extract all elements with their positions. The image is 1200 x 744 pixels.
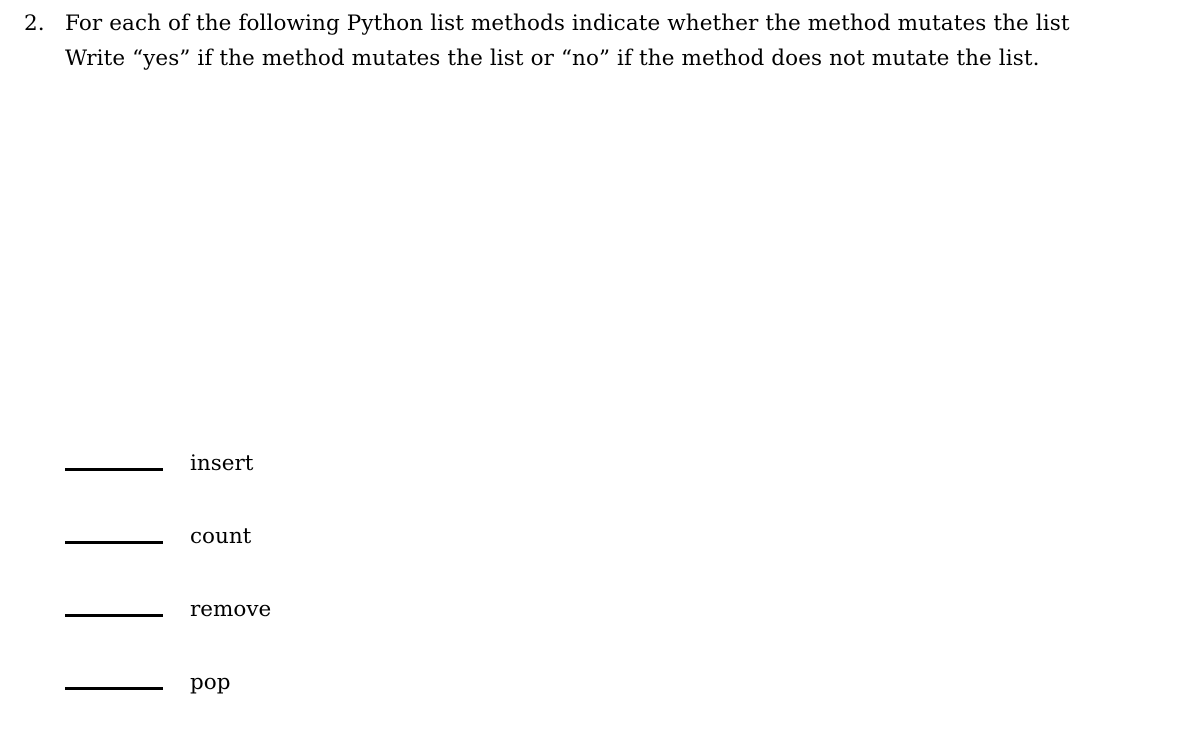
method-label-count: count — [190, 524, 252, 549]
question-line-1-text: For each of the following Python list me… — [65, 11, 1070, 36]
question-number: 2. — [24, 11, 45, 36]
answer-blank-pop[interactable] — [65, 687, 163, 690]
answer-blank-insert[interactable] — [65, 468, 163, 471]
method-label-pop: pop — [190, 670, 231, 695]
question-block: 2. For each of the following Python list … — [24, 6, 1200, 76]
answer-blank-count[interactable] — [65, 541, 163, 544]
question-line-2-text: Write “yes” if the method mutates the li… — [65, 46, 1040, 71]
worksheet-page: 2. For each of the following Python list … — [0, 0, 1200, 744]
method-label-remove: remove — [190, 597, 272, 622]
method-label-insert: insert — [190, 451, 254, 476]
answer-blank-remove[interactable] — [65, 614, 163, 617]
question-line-2: 2.Write “yes” if the method mutates the … — [24, 41, 1200, 76]
question-line-1: 2. For each of the following Python list … — [24, 6, 1200, 41]
